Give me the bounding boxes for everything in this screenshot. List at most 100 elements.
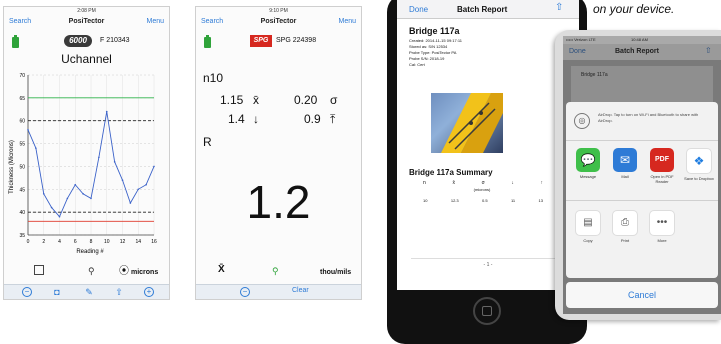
mean-value: 1.15 bbox=[220, 93, 244, 107]
summary-value: 11 bbox=[510, 198, 516, 203]
y-tick-label: 45 bbox=[19, 187, 25, 193]
share-app-label: Open in PDF Reader bbox=[650, 174, 674, 184]
max-icon: ⤒ bbox=[330, 112, 336, 126]
probe-icon: ⚲ bbox=[272, 266, 279, 276]
data-point bbox=[98, 156, 100, 159]
x-tick-label: 0 bbox=[27, 239, 30, 245]
status-bar: 9:10 PM bbox=[196, 7, 361, 16]
doc-title: Bridge 117a bbox=[581, 72, 608, 78]
home-button[interactable] bbox=[473, 297, 501, 325]
share-action-label: Copy bbox=[583, 238, 593, 243]
sigma-symbol: σ bbox=[330, 93, 338, 107]
data-point bbox=[121, 179, 124, 181]
report-photo bbox=[431, 93, 503, 153]
pdf-icon: PDF bbox=[650, 148, 674, 172]
mean-symbol: x̄ bbox=[253, 93, 259, 107]
probe-icon: ⚲ bbox=[88, 266, 95, 276]
y-tick-label: 60 bbox=[19, 119, 25, 125]
share-app-message[interactable]: 💬 Message bbox=[572, 148, 604, 179]
units-label[interactable]: thou/mils bbox=[320, 269, 351, 276]
share-app-mail[interactable]: ✉ Mail bbox=[609, 148, 641, 179]
page-number: - 1 - bbox=[483, 262, 493, 268]
share-action-more[interactable]: ••• More bbox=[646, 210, 678, 243]
probe-badge: SPG bbox=[250, 35, 272, 47]
bridge-photo-graphic bbox=[441, 93, 503, 153]
summary-value-row: 10 12.3 0.5 11 13 bbox=[423, 198, 543, 203]
nav-bar: Search PosiTector Menu bbox=[196, 16, 361, 30]
share-action-label: More bbox=[657, 238, 667, 243]
y-tick-label: 40 bbox=[19, 210, 25, 216]
share-app-pdf[interactable]: PDF Open in PDF Reader bbox=[646, 148, 678, 184]
save-icon[interactable] bbox=[34, 265, 44, 275]
share-action-row: ▤ Copy ⎙ Print ••• More bbox=[566, 206, 718, 262]
dimmed-document: Bridge 117a bbox=[571, 66, 713, 106]
data-point bbox=[153, 165, 155, 168]
units-label[interactable]: microns bbox=[131, 269, 158, 276]
data-point bbox=[74, 183, 77, 186]
share-action-copy[interactable]: ▤ Copy bbox=[572, 210, 604, 243]
data-point bbox=[27, 129, 29, 131]
airdrop-row[interactable]: ◎ AirDrop. Tap to turn on Wi-Fi and Blue… bbox=[566, 102, 718, 141]
menu-button[interactable]: Menu bbox=[338, 18, 356, 25]
share-icon[interactable]: ⇧ bbox=[555, 2, 563, 13]
summary-header: x̄ bbox=[452, 180, 455, 186]
print-icon: ⎙ bbox=[612, 210, 638, 236]
screen-batch-report: Done Batch Report ⇧ Bridge 117a Created:… bbox=[397, 0, 579, 290]
minus-icon[interactable]: − bbox=[240, 287, 250, 297]
data-point bbox=[42, 193, 45, 195]
summary-title: Bridge 117a Summary bbox=[409, 168, 493, 177]
serial-number: F 210343 bbox=[100, 37, 130, 44]
menu-button[interactable]: Menu bbox=[146, 18, 164, 25]
report-meta: Created: 2014-11-15 09:17:11 Stored as: S… bbox=[409, 38, 462, 68]
camera-icon[interactable]: ◘ bbox=[52, 287, 62, 297]
summary-header: ↓ bbox=[511, 180, 514, 186]
share-app-label: Mail bbox=[621, 174, 629, 179]
share-icon[interactable]: ⇧ bbox=[114, 287, 124, 297]
x-tick-label: 8 bbox=[90, 239, 93, 245]
mail-icon: ✉ bbox=[613, 148, 637, 172]
thickness-chart: Thickness (Microns) Reading # 3540455055… bbox=[9, 73, 157, 255]
nav-bar: Search PosiTector Menu bbox=[4, 16, 169, 30]
x-tick-label: 6 bbox=[74, 239, 77, 245]
range-label: R bbox=[203, 135, 212, 149]
nav-bar: Done Batch Report ⇧ bbox=[397, 0, 579, 19]
status-time: 9:10 PM bbox=[269, 8, 288, 14]
summary-value: 13 bbox=[538, 198, 543, 203]
x-tick-label: 16 bbox=[151, 239, 157, 245]
plus-icon[interactable]: + bbox=[144, 287, 154, 297]
data-point bbox=[82, 193, 84, 195]
dropbox-icon: ❖ bbox=[686, 148, 712, 174]
x-tick-label: 14 bbox=[135, 239, 141, 245]
data-point bbox=[105, 110, 108, 113]
mean-toggle[interactable]: X̄ bbox=[218, 264, 225, 275]
cancel-button[interactable]: Cancel bbox=[566, 282, 718, 308]
bottom-toolbar: − ◘ ✎ ⇧ + bbox=[4, 284, 169, 299]
chart-title: Uchannel bbox=[61, 52, 112, 66]
share-action-print[interactable]: ⎙ Print bbox=[609, 210, 641, 243]
nav-title: PosiTector bbox=[260, 18, 297, 25]
x-axis-label: Reading # bbox=[76, 249, 104, 255]
carrier: ••••• Verizon LTE bbox=[566, 37, 596, 42]
share-icon[interactable]: ⇧ bbox=[705, 46, 712, 55]
summary-value: 10 bbox=[423, 198, 428, 203]
count-label: n10 bbox=[203, 71, 224, 85]
screen-share-sheet: ••••• Verizon LTE 10:48 AM Done Batch Re… bbox=[563, 36, 721, 314]
y-tick-label: 50 bbox=[19, 164, 25, 170]
done-button[interactable]: Done bbox=[569, 48, 586, 55]
nav-title: PosiTector bbox=[68, 18, 105, 25]
units-icon: ⦿ bbox=[119, 266, 129, 277]
share-app-row: 💬 Message ✉ Mail PDF Open in PDF Reader ❖ Save … bbox=[566, 144, 718, 201]
x-tick-label: 12 bbox=[120, 239, 126, 245]
min-value: 1.4 bbox=[228, 112, 245, 126]
data-point bbox=[50, 206, 53, 209]
nav-title: Batch Report bbox=[457, 5, 508, 14]
summary-header: n bbox=[423, 180, 426, 186]
y-tick-label: 65 bbox=[19, 96, 25, 102]
message-icon: 💬 bbox=[576, 148, 600, 172]
share-app-dropbox[interactable]: ❖ Save to Dropbox bbox=[683, 148, 715, 181]
done-button[interactable]: Done bbox=[409, 5, 428, 14]
minus-icon[interactable]: − bbox=[22, 287, 32, 297]
min-icon: ↓ bbox=[253, 112, 259, 126]
clear-button[interactable]: Clear bbox=[292, 287, 309, 294]
edit-icon[interactable]: ✎ bbox=[84, 287, 94, 297]
